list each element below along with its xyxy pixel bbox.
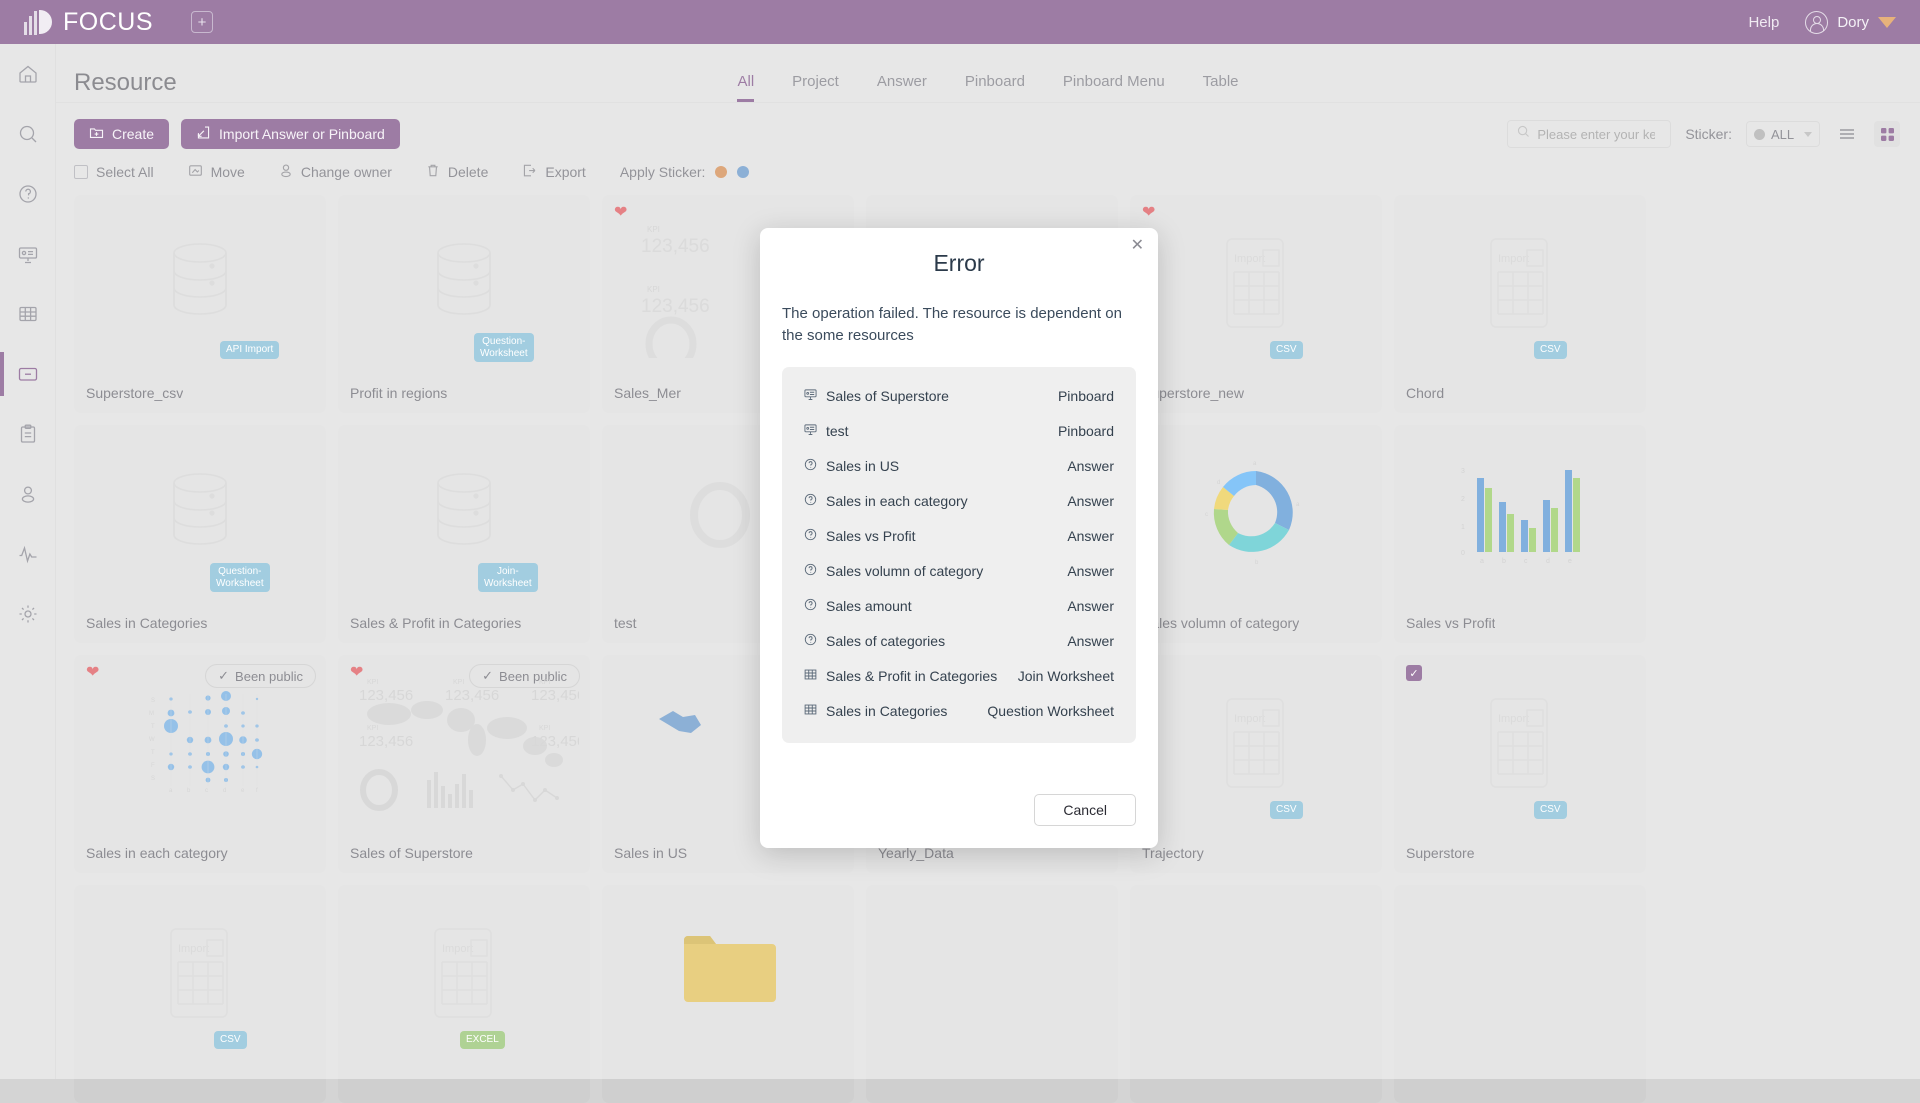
dependency-name: Sales of categories xyxy=(826,633,945,649)
pinboard-icon xyxy=(804,423,817,439)
list-item: Sales & Profit in Categories Join Worksh… xyxy=(804,659,1114,694)
dependency-name: Sales of Superstore xyxy=(826,388,949,404)
dependency-type: Join Worksheet xyxy=(1018,668,1114,684)
list-item: Sales vs Profit Answer xyxy=(804,519,1114,554)
dependency-name: Sales vs Profit xyxy=(826,528,915,544)
answer-icon xyxy=(804,458,817,474)
worksheet-icon xyxy=(804,668,817,684)
dependency-name: test xyxy=(826,423,849,439)
dependency-name: Sales in US xyxy=(826,458,899,474)
dependency-type: Answer xyxy=(1067,598,1114,614)
dependency-name: Sales volumn of category xyxy=(826,563,983,579)
modal-title: Error xyxy=(760,228,1158,277)
list-item: Sales in US Answer xyxy=(804,449,1114,484)
list-item: Sales in Categories Question Worksheet xyxy=(804,694,1114,729)
dependency-type: Answer xyxy=(1067,458,1114,474)
answer-icon xyxy=(804,563,817,579)
dependency-type: Answer xyxy=(1067,528,1114,544)
list-item: Sales volumn of category Answer xyxy=(804,554,1114,589)
modal-footer: Cancel xyxy=(1034,794,1136,826)
answer-icon xyxy=(804,528,817,544)
list-item: Sales amount Answer xyxy=(804,589,1114,624)
dependency-name: Sales amount xyxy=(826,598,912,614)
error-modal: ✕ Error The operation failed. The resour… xyxy=(760,228,1158,848)
dependency-type: Pinboard xyxy=(1058,423,1114,439)
pinboard-icon xyxy=(804,388,817,404)
dependency-type: Answer xyxy=(1067,493,1114,509)
dependency-name: Sales in each category xyxy=(826,493,968,509)
answer-icon xyxy=(804,598,817,614)
dependency-type: Answer xyxy=(1067,563,1114,579)
worksheet-icon xyxy=(804,703,817,719)
list-item: Sales of Superstore Pinboard xyxy=(804,379,1114,414)
answer-icon xyxy=(804,633,817,649)
modal-message: The operation failed. The resource is de… xyxy=(760,277,1158,347)
cancel-button[interactable]: Cancel xyxy=(1034,794,1136,826)
answer-icon xyxy=(804,493,817,509)
dependency-name: Sales in Categories xyxy=(826,703,947,719)
list-item: test Pinboard xyxy=(804,414,1114,449)
close-icon[interactable]: ✕ xyxy=(1131,238,1144,254)
list-item: Sales of categories Answer xyxy=(804,624,1114,659)
dependency-list: Sales of Superstore Pinboard test Pinboa… xyxy=(782,367,1136,743)
dependency-type: Question Worksheet xyxy=(987,703,1114,719)
dependency-type: Pinboard xyxy=(1058,388,1114,404)
list-item: Sales in each category Answer xyxy=(804,484,1114,519)
dependency-type: Answer xyxy=(1067,633,1114,649)
dependency-name: Sales & Profit in Categories xyxy=(826,668,997,684)
